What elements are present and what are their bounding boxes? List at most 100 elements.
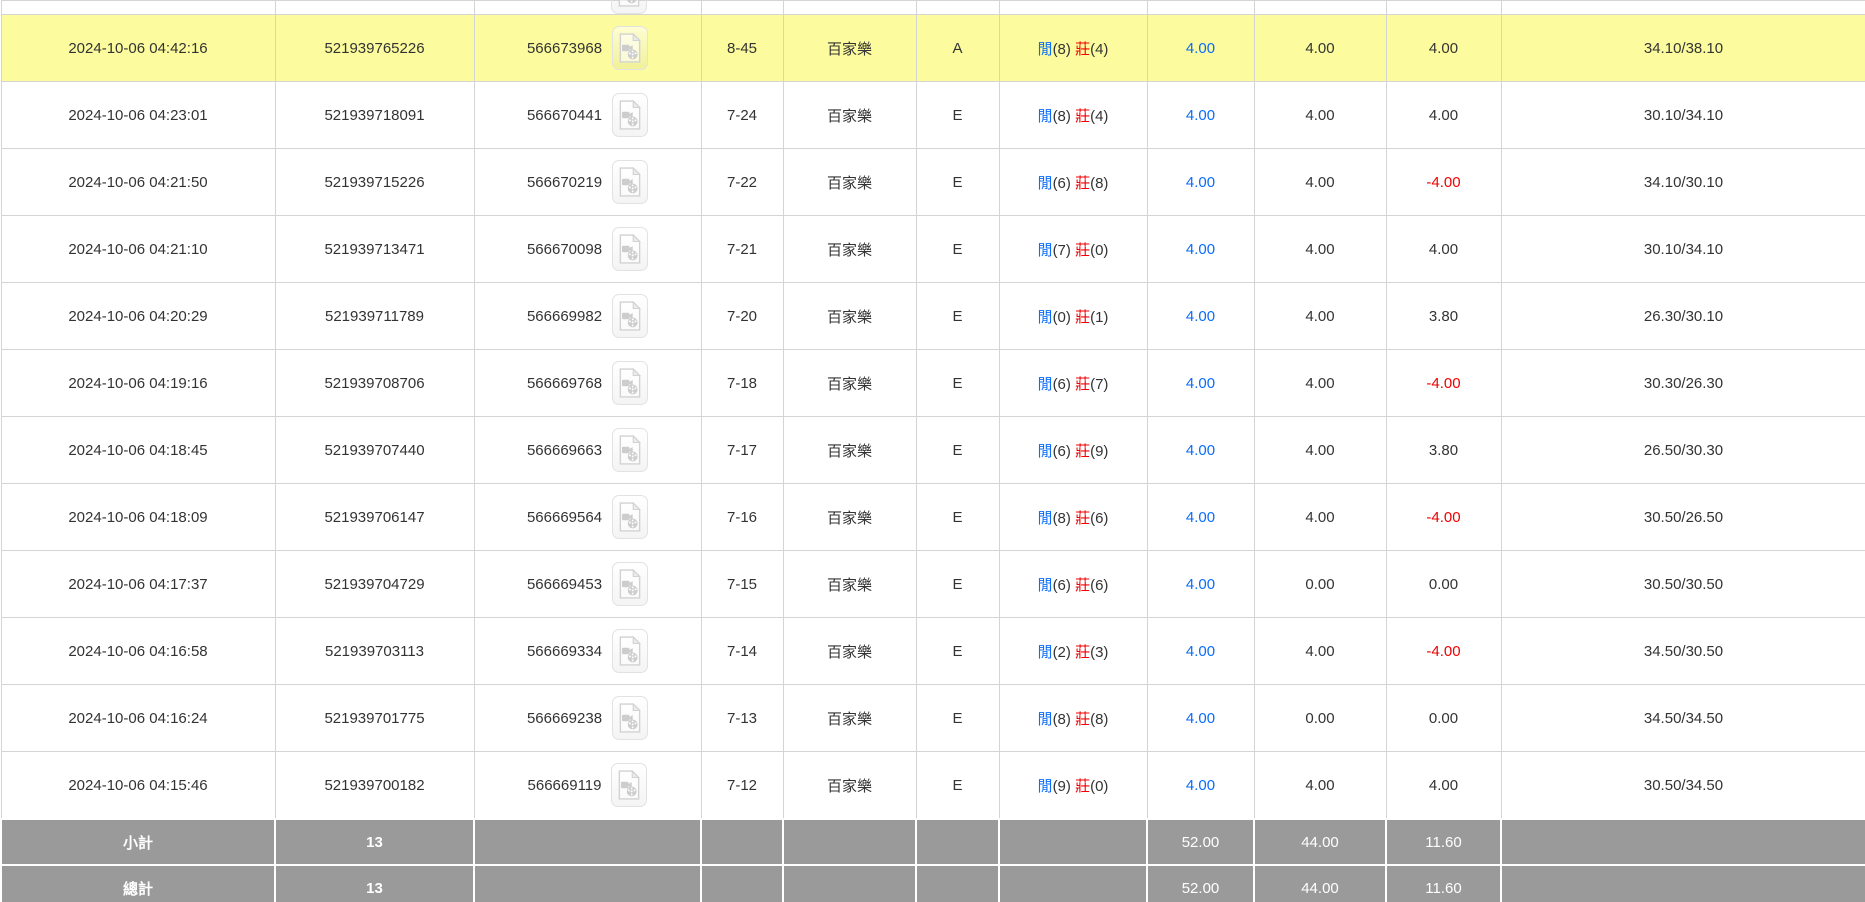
bet-amount[interactable]: 4.00 [1147, 216, 1254, 283]
bet-record-row[interactable]: 2024-10-06 04:21:10521939713471566670098… [1, 216, 1865, 283]
player-label: 閒 [1038, 41, 1053, 58]
video-replay-button[interactable] [612, 562, 648, 606]
bet-amount[interactable]: 4.00 [1147, 752, 1254, 820]
bet-record-row[interactable]: 2024-10-06 04:18:45521939707440566669663… [1, 417, 1865, 484]
game-result: 閒(6) 莊(9) [999, 417, 1147, 484]
bet-amount[interactable]: 4.00 [1147, 484, 1254, 551]
balance-range: 30.10/34.10 [1501, 216, 1865, 283]
win-loss: 3.80 [1386, 283, 1501, 350]
balance-range: 34.50/34.50 [1501, 685, 1865, 752]
player-label: 閒 [1038, 577, 1053, 594]
bet-record-row[interactable]: 2024-10-06 04:42:16521939765226566673968… [1, 15, 1865, 82]
player-label: 閒 [1038, 175, 1053, 192]
empty-cell [701, 1, 783, 15]
video-replay-button[interactable] [612, 428, 648, 472]
player-score: (0) [1053, 309, 1071, 326]
bet-amount[interactable]: 4.00 [1147, 417, 1254, 484]
video-replay-button[interactable] [612, 495, 648, 539]
video-file-icon [618, 100, 642, 130]
summary-label: 小計 [1, 819, 275, 865]
game-result: 閒(9) 莊(0) [999, 752, 1147, 820]
valid-bet: 4.00 [1254, 283, 1386, 350]
bet-record-row[interactable]: 2024-10-06 04:19:16521939708706566669768… [1, 350, 1865, 417]
video-replay-button[interactable] [611, 0, 647, 14]
bet-amount[interactable]: 4.00 [1147, 618, 1254, 685]
empty-cell [275, 1, 474, 15]
video-replay-button[interactable] [612, 26, 648, 70]
shoe-round: 8-45 [701, 15, 783, 82]
player-score: (6) [1053, 376, 1071, 393]
video-file-icon [618, 368, 642, 398]
video-replay-button[interactable] [612, 227, 648, 271]
bet-record-row[interactable]: 2024-10-06 04:20:29521939711789566669982… [1, 283, 1865, 350]
game-name: 百家樂 [783, 149, 916, 216]
bet-record-row[interactable]: 2024-10-06 04:21:50521939715226566670219… [1, 149, 1865, 216]
round-id: 566670098 [527, 241, 602, 258]
bet-record-row[interactable]: 2024-10-06 04:18:09521939706147566669564… [1, 484, 1865, 551]
video-replay-button[interactable] [612, 93, 648, 137]
player-label: 閒 [1038, 108, 1053, 125]
valid-bet: 4.00 [1254, 149, 1386, 216]
bet-id: 521939704729 [275, 551, 474, 618]
bet-record-row-partial[interactable] [1, 1, 1865, 15]
bet-amount[interactable]: 4.00 [1147, 149, 1254, 216]
bet-time: 2024-10-06 04:15:46 [1, 752, 275, 820]
win-loss: -4.00 [1386, 350, 1501, 417]
empty-cell [1501, 865, 1865, 902]
table-code: E [916, 752, 999, 820]
game-result: 閒(8) 莊(4) [999, 15, 1147, 82]
banker-label: 莊 [1075, 376, 1090, 393]
summary-bet-total: 52.00 [1147, 865, 1254, 902]
bet-amount[interactable]: 4.00 [1147, 283, 1254, 350]
bet-amount[interactable]: 4.00 [1147, 685, 1254, 752]
player-score: (9) [1053, 778, 1071, 795]
bet-record-row[interactable]: 2024-10-06 04:23:01521939718091566670441… [1, 82, 1865, 149]
player-score: (6) [1053, 175, 1071, 192]
video-replay-button[interactable] [612, 160, 648, 204]
banker-score: (0) [1090, 778, 1108, 795]
banker-label: 莊 [1075, 644, 1090, 661]
bet-id: 521939711789 [275, 283, 474, 350]
game-result: 閒(0) 莊(1) [999, 283, 1147, 350]
video-replay-button[interactable] [611, 763, 647, 807]
empty-cell [1254, 1, 1386, 15]
bet-id: 521939701775 [275, 685, 474, 752]
empty-cell [916, 819, 999, 865]
shoe-round: 7-15 [701, 551, 783, 618]
bet-id: 521939700182 [275, 752, 474, 820]
empty-cell [701, 819, 783, 865]
video-replay-button[interactable] [612, 696, 648, 740]
table-code: E [916, 82, 999, 149]
banker-label: 莊 [1075, 577, 1090, 594]
bet-record-row[interactable]: 2024-10-06 04:17:37521939704729566669453… [1, 551, 1865, 618]
player-label: 閒 [1038, 644, 1053, 661]
bet-amount[interactable]: 4.00 [1147, 82, 1254, 149]
bet-time: 2024-10-06 04:19:16 [1, 350, 275, 417]
player-label: 閒 [1038, 309, 1053, 326]
subtotal-row: 小計1352.0044.0011.60 [1, 819, 1865, 865]
round-cell: 566669453 [474, 551, 701, 618]
bet-record-row[interactable]: 2024-10-06 04:15:46521939700182566669119… [1, 752, 1865, 820]
bet-id: 521939706147 [275, 484, 474, 551]
empty-cell [999, 865, 1147, 902]
video-replay-button[interactable] [612, 629, 648, 673]
shoe-round: 7-22 [701, 149, 783, 216]
player-label: 閒 [1038, 242, 1053, 259]
video-replay-button[interactable] [612, 294, 648, 338]
bet-record-row[interactable]: 2024-10-06 04:16:58521939703113566669334… [1, 618, 1865, 685]
win-loss: -4.00 [1386, 618, 1501, 685]
video-file-icon [618, 502, 642, 532]
bet-record-row[interactable]: 2024-10-06 04:16:24521939701775566669238… [1, 685, 1865, 752]
video-replay-button[interactable] [612, 361, 648, 405]
bet-amount[interactable]: 4.00 [1147, 350, 1254, 417]
bet-amount[interactable]: 4.00 [1147, 551, 1254, 618]
bet-amount[interactable]: 4.00 [1147, 15, 1254, 82]
summary-winloss-total: 11.60 [1386, 865, 1501, 902]
empty-cell [1147, 1, 1254, 15]
round-id: 566669564 [527, 509, 602, 526]
game-name: 百家樂 [783, 82, 916, 149]
valid-bet: 4.00 [1254, 350, 1386, 417]
win-loss: 4.00 [1386, 15, 1501, 82]
banker-score: (8) [1090, 175, 1108, 192]
empty-cell [474, 865, 701, 902]
